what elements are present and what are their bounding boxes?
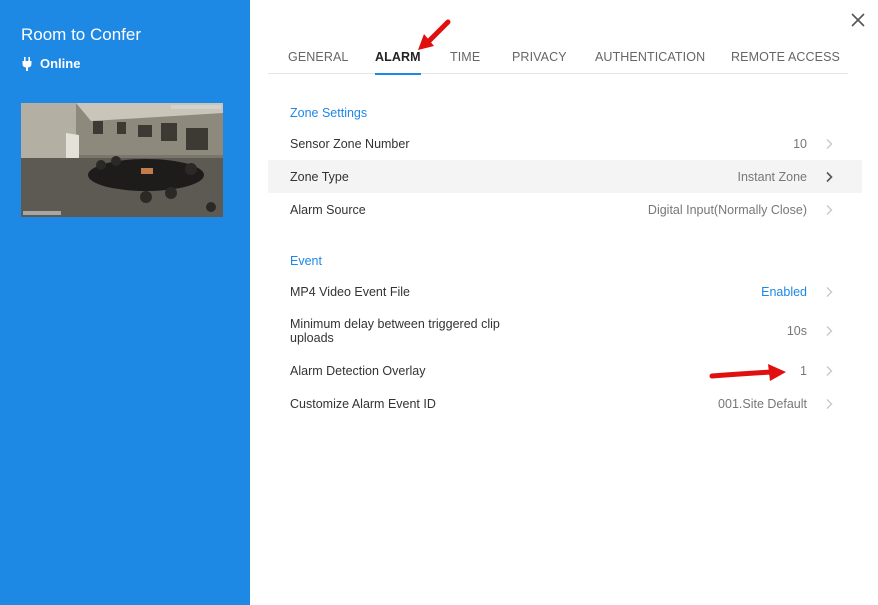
device-status: Online: [22, 56, 80, 71]
device-name: Room to Confer: [21, 25, 141, 44]
row-label: MP4 Video Event File: [290, 284, 410, 299]
zone-settings-title: Zone Settings: [290, 106, 368, 120]
customize-alarm-event-id-row[interactable]: Customize Alarm Event ID 001.Site Defaul…: [268, 387, 862, 420]
row-label: Zone Type: [290, 169, 349, 184]
row-value: Instant Zone: [737, 169, 808, 184]
camera-thumbnail[interactable]: [21, 103, 223, 217]
close-icon[interactable]: [848, 10, 868, 30]
chevron-right-icon: [826, 398, 833, 409]
settings-tabs: GENERAL ALARM TIME PRIVACY AUTHENTICATIO…: [268, 40, 848, 75]
chevron-right-icon: [826, 326, 833, 336]
row-value: 001.Site Default: [718, 396, 807, 411]
device-sidebar: Room to Confer Online: [0, 0, 250, 605]
row-value: 1: [800, 363, 807, 378]
chevron-right-icon: [826, 171, 833, 182]
zone-type-row[interactable]: Zone Type Instant Zone: [268, 160, 862, 193]
alarm-source-row[interactable]: Alarm Source Digital Input(Normally Clos…: [268, 193, 862, 226]
tab-authentication[interactable]: AUTHENTICATION: [595, 50, 705, 64]
plug-icon: [22, 56, 32, 71]
row-value: Enabled: [761, 284, 807, 299]
chevron-right-icon: [826, 138, 833, 149]
mp4-video-event-file-row[interactable]: MP4 Video Event File Enabled: [268, 275, 862, 308]
chevron-right-icon: [826, 286, 833, 297]
row-value: Digital Input(Normally Close): [647, 202, 807, 217]
event-title: Event: [290, 254, 322, 268]
row-value: 10s: [786, 324, 807, 338]
minimum-delay-row[interactable]: Minimum delay between triggered clip upl…: [268, 311, 862, 351]
row-value: 10: [793, 136, 807, 151]
chevron-right-icon: [826, 204, 833, 215]
alarm-detection-overlay-row[interactable]: Alarm Detection Overlay 1: [268, 354, 862, 387]
settings-panel: GENERAL ALARM TIME PRIVACY AUTHENTICATIO…: [250, 0, 878, 605]
sensor-zone-number-row[interactable]: Sensor Zone Number 10: [268, 127, 862, 160]
row-label: Alarm Source: [290, 202, 366, 217]
tab-alarm[interactable]: ALARM: [375, 50, 421, 75]
row-label: Alarm Detection Overlay: [290, 363, 426, 378]
tab-privacy[interactable]: PRIVACY: [512, 50, 567, 64]
row-label: Customize Alarm Event ID: [290, 396, 436, 411]
chevron-right-icon: [826, 365, 833, 376]
tab-remote-access[interactable]: REMOTE ACCESS: [731, 50, 840, 64]
status-label: Online: [40, 56, 81, 71]
tab-general[interactable]: GENERAL: [288, 50, 348, 64]
row-label: Minimum delay between triggered clip upl…: [290, 317, 500, 345]
row-label: Sensor Zone Number: [290, 136, 410, 151]
tab-time[interactable]: TIME: [450, 50, 480, 64]
